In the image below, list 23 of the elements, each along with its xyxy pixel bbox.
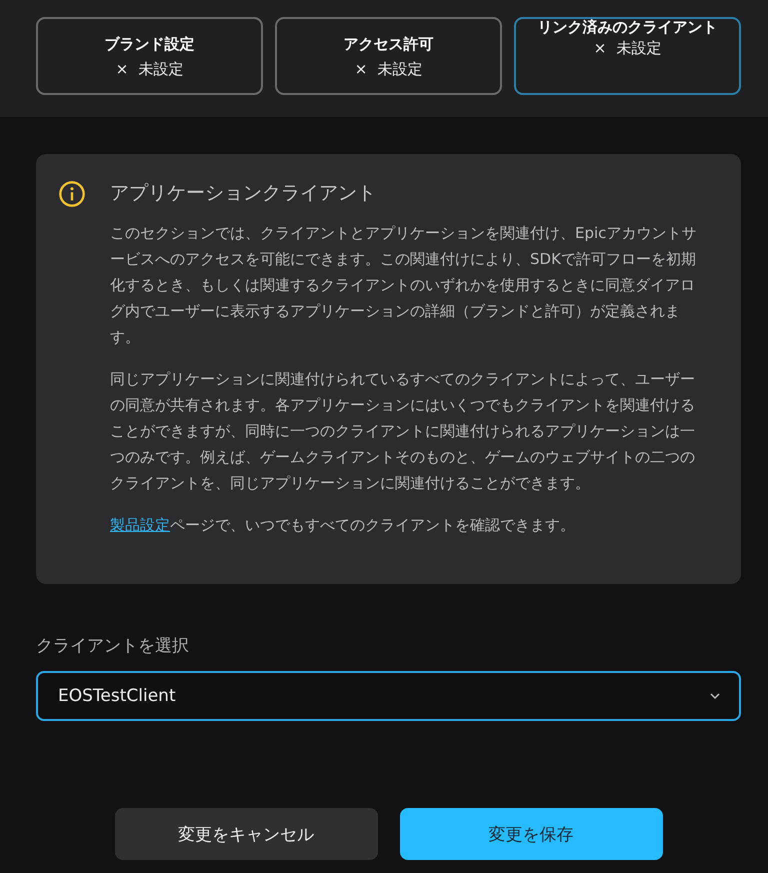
- cross-icon: ×: [116, 59, 128, 79]
- cross-icon: ×: [594, 38, 606, 58]
- status-text: 未設定: [616, 38, 662, 58]
- save-button[interactable]: 変更を保存: [400, 808, 662, 860]
- step-tab[interactable]: リンク済みのクライアント × 未設定: [514, 17, 741, 95]
- status-text: 未設定: [138, 59, 184, 79]
- step-title: リンク済みのクライアント: [538, 17, 718, 38]
- field-label: クライアントを選択: [36, 635, 190, 657]
- paragraph: 同じアプリケーションに関連付けられているすべてのクライアントによって、ユーザーの同意が共有されます。各アプリケーションにはいくつでもクライアントを関連付けることができますが、同時に一つのクライアントに関連付けられるアプリケーションは一つのみです。例えば、ゲームクライアントそのものと、ゲームのウェブサイトの二つのクライアントを、同じアプリケーションに関連付けることができます。: [110, 369, 696, 494]
- cross-icon: ×: [354, 59, 368, 79]
- step-tab[interactable]: アクセス許可 × 未設定: [275, 17, 502, 95]
- cancel-button[interactable]: 変更をキャンセル: [114, 808, 378, 860]
- section-title: アプリケーションクライアント: [110, 181, 377, 206]
- link[interactable]: 製品設定: [110, 516, 170, 534]
- paragraph: 製品設定ページで、いつでもすべてのクライアントを確認できます。: [110, 515, 576, 536]
- step-tab[interactable]: ブランド設定 × 未設定: [36, 17, 263, 95]
- step-title: アクセス許可: [344, 34, 434, 55]
- paragraph: このセクションでは、クライアントとアプリケーションを関連付け、Epicアカウントサービスへのアクセスを可能にできます。この関連付けにより、SDKで許可フローを初期化するとき、もしくは関連するクライアントのいずれかを使用するときに同意ダイアログ内でユーザーに表示するアプリケーションの詳細（ブランドと許可）が定義されます。: [110, 223, 698, 348]
- step-title: ブランド設定: [104, 34, 194, 55]
- info-icon: [58, 180, 86, 208]
- status-text: 未設定: [377, 59, 422, 79]
- client-dropdown[interactable]: EOSTestClient: [36, 671, 741, 721]
- chevron-down-icon: [709, 692, 721, 700]
